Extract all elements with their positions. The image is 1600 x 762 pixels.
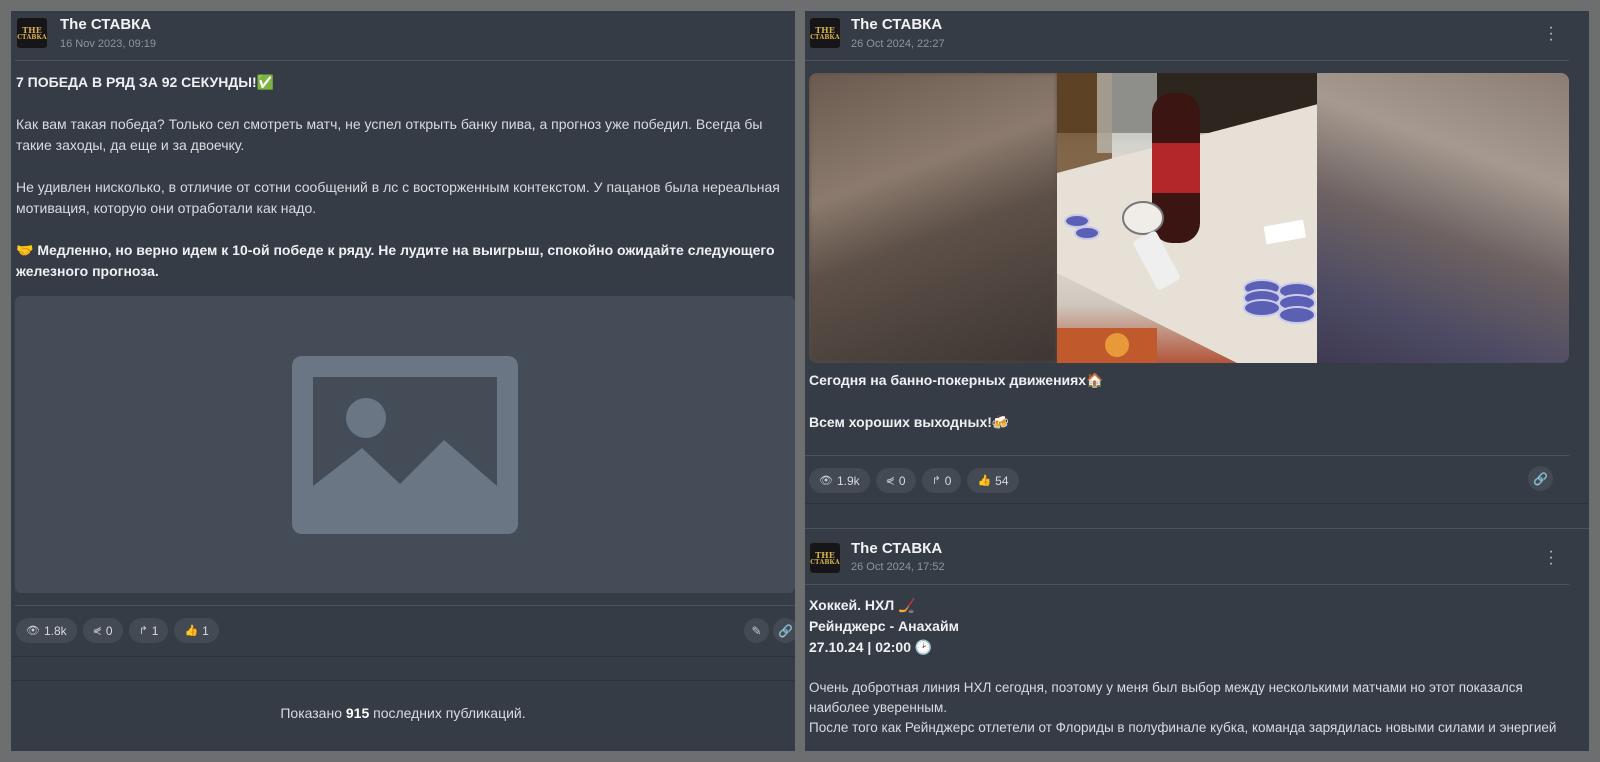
forward-icon: ↱	[931, 475, 941, 487]
post-line: Очень добротная линия НХЛ сегодня, поэто…	[809, 680, 1523, 695]
avatar-logo-text: THE	[815, 24, 835, 35]
share-icon: ⋞	[92, 625, 102, 637]
kebab-menu-icon[interactable]: · · ·	[1548, 544, 1554, 572]
post-stats: 👁 1.9k ⋞ 0 ↱ 0 👍 54	[809, 468, 1019, 493]
post-line: наиболее уверенным.	[809, 700, 948, 715]
forward-icon: ↱	[138, 625, 148, 637]
post-line: Хоккей. НХЛ 🏒	[809, 597, 916, 613]
avatar-logo-text: THE	[815, 549, 835, 560]
thumbs-up-icon: 👍	[184, 625, 199, 637]
avatar-logo-subtext: СТАВКА	[810, 33, 840, 41]
shares-chip[interactable]: ⋞ 0	[875, 468, 916, 493]
channel-avatar[interactable]: THE СТАВКА	[809, 17, 841, 49]
divider	[805, 60, 1569, 61]
avatar-logo-text: THE	[22, 24, 42, 35]
pencil-icon: ✎	[751, 623, 762, 638]
views-count: 1.9k	[836, 473, 860, 488]
channel-avatar[interactable]: THE СТАВКА	[809, 542, 841, 574]
paragraph-line: Не удивлен нисколько, в отличие от сотни…	[16, 179, 780, 195]
right-feed-panel: THE СТАВКА The СТАВКА 26 Oct 2024, 22:27…	[805, 11, 1589, 751]
post-line: После того как Рейнджерс отлетели от Фло…	[809, 720, 1557, 735]
photo-scene	[1057, 73, 1322, 363]
post-text: 7 ПОБЕДА В РЯД ЗА 92 СЕКУНДЫ!✅ Как вам т…	[16, 72, 795, 282]
link-icon: 🔗	[778, 623, 793, 638]
paragraph-line: Как вам такая победа? Только сел смотрет…	[16, 116, 763, 132]
likes-chip[interactable]: 👍 1	[174, 618, 219, 643]
views-count: 1.8k	[43, 623, 67, 638]
left-post-panel: THE СТАВКА The СТАВКА 16 Nov 2023, 09:19…	[11, 11, 795, 751]
post-photo[interactable]	[809, 73, 1569, 363]
post-line: Рейнджерс - Анахайм	[809, 618, 959, 634]
post-body: Очень добротная линия НХЛ сегодня, поэто…	[809, 678, 1569, 738]
post-date[interactable]: 26 Oct 2024, 17:52	[851, 561, 945, 573]
edit-button[interactable]: ✎	[744, 618, 769, 643]
share-icon: ⋞	[885, 475, 895, 487]
views-chip[interactable]: 👁 1.9k	[809, 468, 870, 493]
eye-icon: 👁	[819, 475, 833, 487]
views-chip[interactable]: 👁 1.8k	[16, 618, 77, 643]
post-date[interactable]: 26 Oct 2024, 22:27	[851, 38, 945, 50]
kebab-menu-icon[interactable]: · · ·	[1548, 20, 1554, 48]
image-placeholder-icon	[292, 355, 518, 534]
paragraph-line: такие заходы, да еще и за двоечку.	[16, 137, 245, 153]
divider	[15, 60, 795, 61]
likes-chip[interactable]: 👍 54	[967, 468, 1019, 493]
shares-count: 0	[105, 623, 113, 638]
thumbs-up-icon: 👍	[977, 475, 992, 487]
channel-name[interactable]: The СТАВКА	[60, 16, 151, 33]
channel-name[interactable]: The СТАВКА	[851, 16, 942, 33]
divider	[11, 656, 795, 657]
likes-count: 1	[202, 623, 209, 638]
eye-icon: 👁	[26, 625, 40, 637]
publications-count-text: Показано 915 последних публикаций.	[11, 705, 795, 721]
forwards-chip[interactable]: ↱ 0	[921, 468, 962, 493]
channel-avatar[interactable]: THE СТАВКА	[16, 17, 48, 49]
media-placeholder[interactable]	[15, 296, 795, 593]
avatar-logo-subtext: СТАВКА	[17, 33, 47, 41]
divider	[805, 584, 1569, 585]
divider	[11, 680, 795, 681]
divider	[805, 528, 1589, 529]
divider	[805, 503, 1589, 504]
footer-count: 915	[345, 705, 370, 721]
post-text: Хоккей. НХЛ 🏒 Рейнджерс - Анахайм 27.10.…	[809, 595, 1569, 658]
photo-main	[1057, 73, 1322, 363]
link-icon: 🔗	[1533, 471, 1548, 486]
footer-suffix: последних публикаций.	[373, 705, 526, 721]
post-line: Сегодня на банно-покерных движениях🏠	[809, 372, 1104, 388]
post-line: Всем хороших выходных!🍻	[809, 414, 1010, 430]
channel-name[interactable]: The СТАВКА	[851, 540, 942, 557]
post-header: THE СТАВКА The СТАВКА 16 Nov 2023, 09:19	[11, 11, 795, 61]
forwards-count: 0	[944, 473, 952, 488]
paragraph-line: железного прогноза.	[16, 263, 159, 279]
likes-count: 54	[995, 473, 1009, 488]
shares-chip[interactable]: ⋞ 0	[82, 618, 123, 643]
shares-count: 0	[898, 473, 906, 488]
post-text: Сегодня на банно-покерных движениях🏠 Все…	[809, 370, 1569, 433]
link-button[interactable]: 🔗	[1528, 466, 1553, 491]
post-line: 27.10.24 | 02:00 🕑	[809, 639, 933, 655]
photo-blurred-left	[809, 73, 1057, 363]
forwards-count: 1	[151, 623, 159, 638]
divider	[15, 605, 795, 606]
footer-prefix: Показано	[280, 705, 342, 721]
divider	[805, 455, 1569, 456]
paragraph-line: 🤝 Медленно, но верно идем к 10-ой победе…	[16, 242, 775, 258]
post-header: THE СТАВКА The СТАВКА 26 Oct 2024, 22:27…	[805, 11, 1589, 61]
forwards-chip[interactable]: ↱ 1	[128, 618, 169, 643]
post-date[interactable]: 16 Nov 2023, 09:19	[60, 38, 156, 50]
link-button[interactable]: 🔗	[773, 618, 795, 643]
photo-blurred-right	[1317, 73, 1569, 363]
post-title: 7 ПОБЕДА В РЯД ЗА 92 СЕКУНДЫ!✅	[16, 74, 275, 90]
paragraph-line: мотивация, которую они отработали как на…	[16, 200, 317, 216]
post-stats: 👁 1.8k ⋞ 0 ↱ 1 👍 1	[16, 618, 219, 643]
avatar-logo-subtext: СТАВКА	[810, 558, 840, 566]
